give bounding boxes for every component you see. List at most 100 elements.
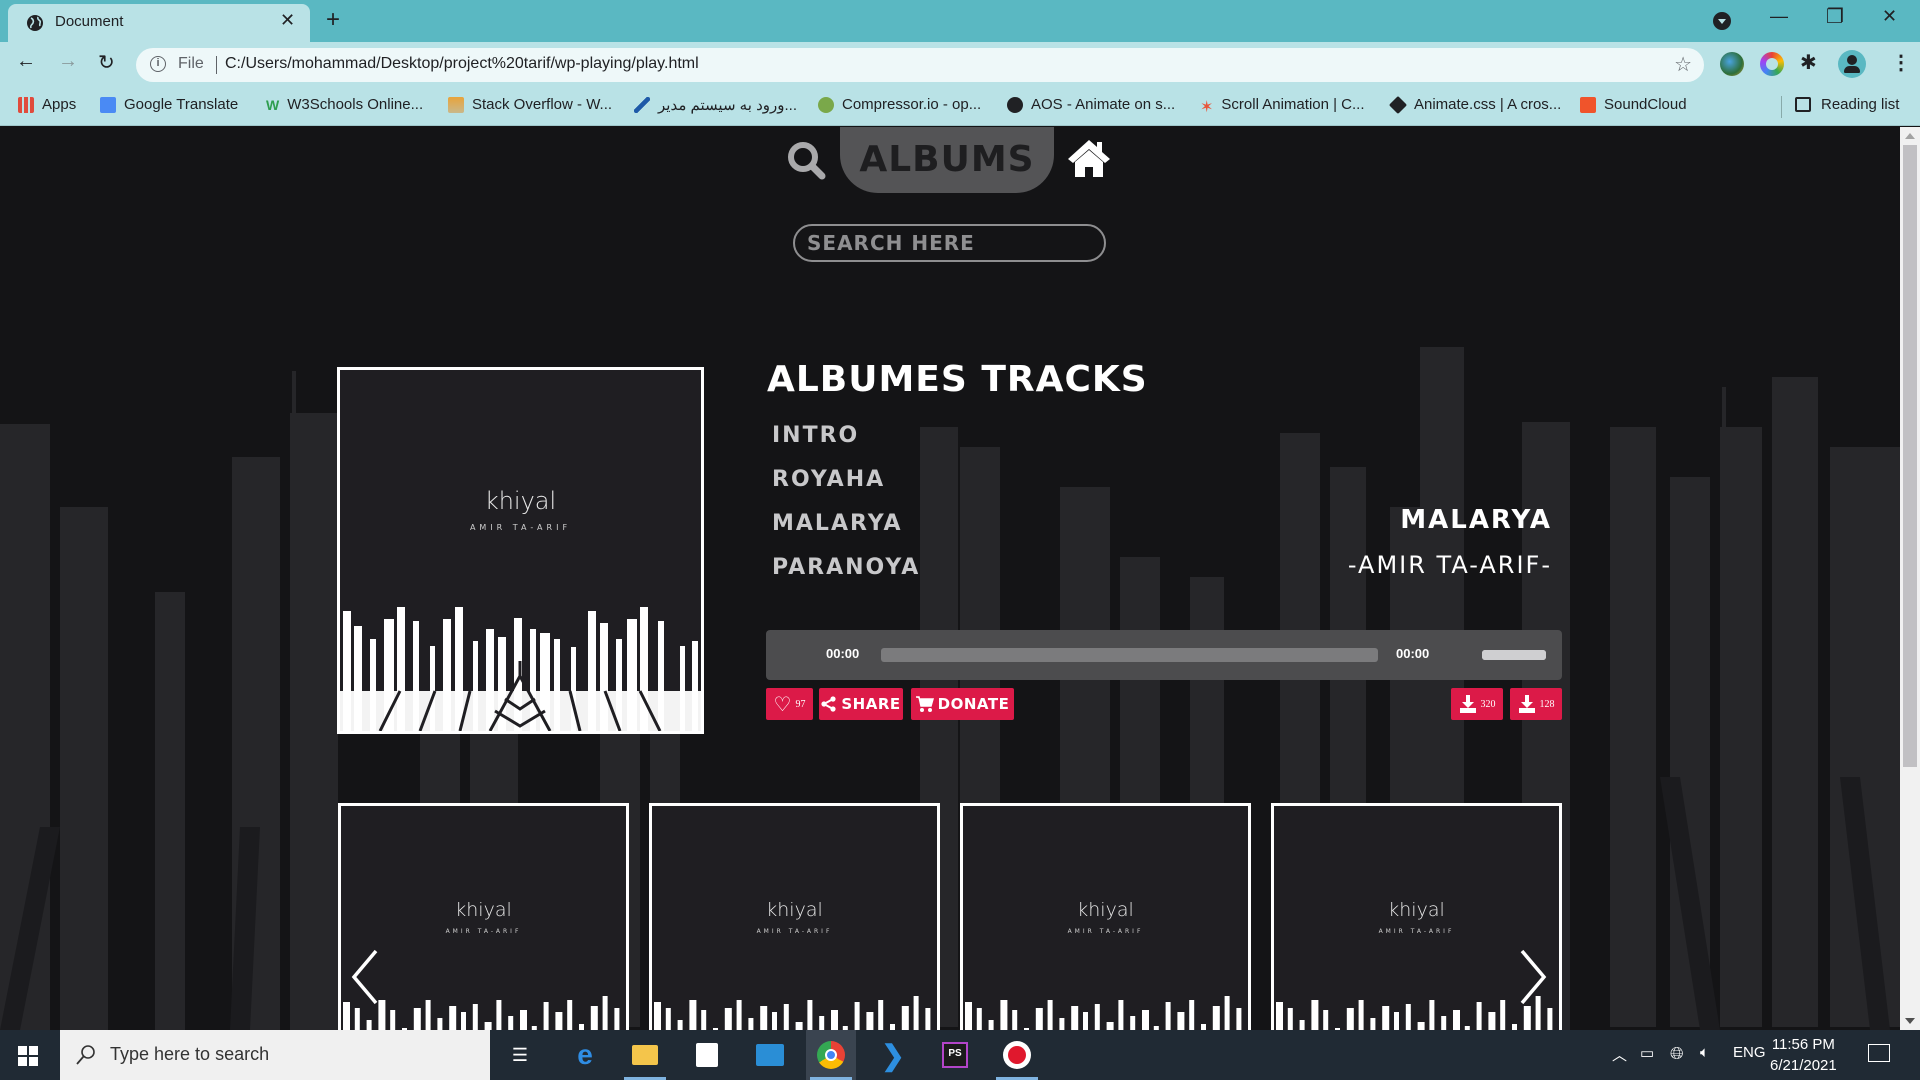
profile-avatar-icon[interactable] <box>1838 50 1866 78</box>
task-view-button[interactable]: ☰ <box>495 1030 545 1080</box>
related-album-card[interactable]: khiyal AMIR TA-ARIF <box>338 803 629 1030</box>
browser-menu-icon[interactable]: ⋮ <box>1891 50 1911 75</box>
taskbar-vscode[interactable]: ❯ <box>868 1030 918 1080</box>
extensions-puzzle-icon[interactable]: ✱ <box>1800 50 1824 74</box>
track-item-intro[interactable]: INTRO <box>772 423 859 448</box>
background-piano-skyline <box>0 347 1900 1030</box>
share-button[interactable]: SHARE <box>819 688 903 720</box>
network-globe-icon[interactable]: 🌐︎ <box>1670 1044 1684 1064</box>
piano-key <box>925 1008 931 1030</box>
browser-tab-strip: Document ✕ + — ❐ ✕ <box>0 0 1920 42</box>
info-icon[interactable]: i <box>150 56 166 72</box>
tray-overflow-chevron-icon[interactable]: ︿ <box>1612 1044 1627 1065</box>
scrollbar-thumb[interactable] <box>1903 145 1917 767</box>
bookmark-admin-login[interactable]: ورود به سیستم مدیر... <box>634 96 797 114</box>
reading-list-label: Reading list <box>1821 96 1900 113</box>
albums-nav-tab[interactable]: ALBUMS <box>840 127 1054 193</box>
scroll-down-arrow-icon[interactable] <box>1905 1018 1915 1024</box>
piano-key <box>1177 1012 1185 1030</box>
taskbar-file-explorer[interactable] <box>620 1030 670 1080</box>
bookmark-compressor[interactable]: Compressor.io - op... <box>818 96 981 113</box>
piano-key <box>1189 1000 1195 1030</box>
like-button[interactable]: ♡ 97 <box>766 688 813 720</box>
tracks-heading: ALBUMES TRACKS <box>767 359 1148 400</box>
battery-icon[interactable]: ▭ <box>1640 1044 1654 1062</box>
track-item-malarya[interactable]: MALARYA <box>772 511 903 536</box>
search-input[interactable] <box>793 224 1106 262</box>
forward-arrow-icon[interactable]: → <box>58 50 78 73</box>
reading-list-button[interactable]: Reading list <box>1795 96 1899 113</box>
related-album-card[interactable]: khiyal AMIR TA-ARIF <box>649 803 940 1030</box>
animatecss-icon <box>1388 95 1408 114</box>
progress-bar[interactable] <box>881 648 1378 662</box>
download-128-button[interactable]: 128 <box>1510 688 1562 720</box>
taskbar-screen-recorder[interactable] <box>992 1030 1042 1080</box>
bookmark-soundcloud[interactable]: SoundCloud <box>1580 96 1687 113</box>
piano-key <box>1035 1008 1043 1030</box>
extension-downloader-icon[interactable] <box>1720 52 1744 76</box>
piano-key <box>590 1006 598 1030</box>
taskbar-mail[interactable] <box>745 1030 795 1080</box>
cover-title: khiyal <box>766 899 823 921</box>
bookmark-google-translate[interactable]: Google Translate <box>100 96 238 113</box>
page-scrollbar[interactable] <box>1900 127 1920 1030</box>
current-time: 00:00 <box>826 646 860 661</box>
donate-button[interactable]: DONATE <box>911 688 1014 720</box>
minimize-icon[interactable]: — <box>1770 6 1788 27</box>
related-album-card[interactable]: khiyal AMIR TA-ARIF <box>960 803 1251 1030</box>
bookmark-stackoverflow[interactable]: Stack Overflow - W... <box>448 96 612 113</box>
cover-artist: AMIR TA-ARIF <box>1067 928 1144 935</box>
bookmark-scroll-animation[interactable]: ✶ Scroll Animation | C... <box>1200 96 1365 116</box>
back-arrow-icon[interactable]: ← <box>16 50 36 73</box>
record-icon <box>1003 1041 1031 1069</box>
volume-slider[interactable] <box>1482 650 1546 660</box>
bookmark-aos[interactable]: AOS - Animate on s... <box>1007 96 1175 113</box>
search-icon[interactable] <box>784 139 828 183</box>
piano-key <box>654 1002 661 1030</box>
address-bar[interactable]: i File C:/Users/mohammad/Desktop/project… <box>136 48 1704 82</box>
bookmark-w3schools[interactable]: W W3Schools Online... <box>266 96 423 113</box>
language-indicator[interactable]: ENG <box>1733 1044 1766 1061</box>
carousel-prev-chevron-icon[interactable] <box>350 947 380 1007</box>
track-item-royaha[interactable]: ROYAHA <box>772 467 885 492</box>
piano-key <box>1299 1020 1305 1030</box>
taskbar-store[interactable] <box>682 1030 732 1080</box>
track-item-paranoya[interactable]: PARANOYA <box>772 555 920 580</box>
system-clock[interactable]: 11:56 PM 6/21/2021 <box>1770 1034 1837 1076</box>
download-320-button[interactable]: 320 <box>1451 688 1503 720</box>
tab-title: Document <box>55 13 124 30</box>
piano-key <box>1394 1012 1399 1030</box>
extension-color-icon[interactable] <box>1760 52 1784 76</box>
piano-key <box>437 1018 443 1030</box>
piano-key <box>1118 1000 1124 1030</box>
bookmark-star-icon[interactable]: ☆ <box>1674 52 1692 77</box>
piano-key <box>1142 1010 1149 1030</box>
browser-tab-active[interactable]: Document ✕ <box>8 4 310 42</box>
piano-key <box>472 1004 478 1030</box>
taskbar-edge[interactable]: e <box>560 1030 610 1080</box>
piano-key <box>665 1008 671 1030</box>
bookmark-label: W3Schools Online... <box>287 96 424 113</box>
scroll-up-arrow-icon[interactable] <box>1905 133 1915 139</box>
taskbar-chrome[interactable] <box>806 1030 856 1080</box>
tab-search-icon[interactable] <box>1713 12 1731 30</box>
volume-fill <box>1482 650 1546 660</box>
notification-center-icon[interactable] <box>1868 1044 1890 1062</box>
reload-icon[interactable]: ↻ <box>98 50 115 75</box>
window-close-icon[interactable]: ✕ <box>1882 6 1897 27</box>
taskbar-search-box[interactable]: Type here to search <box>60 1030 490 1080</box>
restore-icon[interactable]: ❐ <box>1826 4 1844 29</box>
windows-start-icon[interactable] <box>18 1046 38 1066</box>
url-text[interactable]: C:/Users/mohammad/Desktop/project%20tari… <box>225 55 699 73</box>
new-tab-button[interactable]: + <box>326 6 340 34</box>
bookmark-apps[interactable]: Apps <box>18 96 76 113</box>
carousel-next-chevron-icon[interactable] <box>1518 947 1548 1007</box>
taskbar-phpstorm[interactable]: PS <box>930 1030 980 1080</box>
piano-key <box>1488 1012 1496 1030</box>
piano-key <box>555 1012 563 1030</box>
tab-close-icon[interactable]: ✕ <box>280 10 295 31</box>
piano-key <box>1106 1022 1114 1030</box>
home-icon[interactable] <box>1066 137 1112 181</box>
volume-speaker-icon[interactable]: 🔈︎ <box>1700 1044 1709 1061</box>
bookmark-animatecss[interactable]: Animate.css | A cros... <box>1388 95 1561 114</box>
